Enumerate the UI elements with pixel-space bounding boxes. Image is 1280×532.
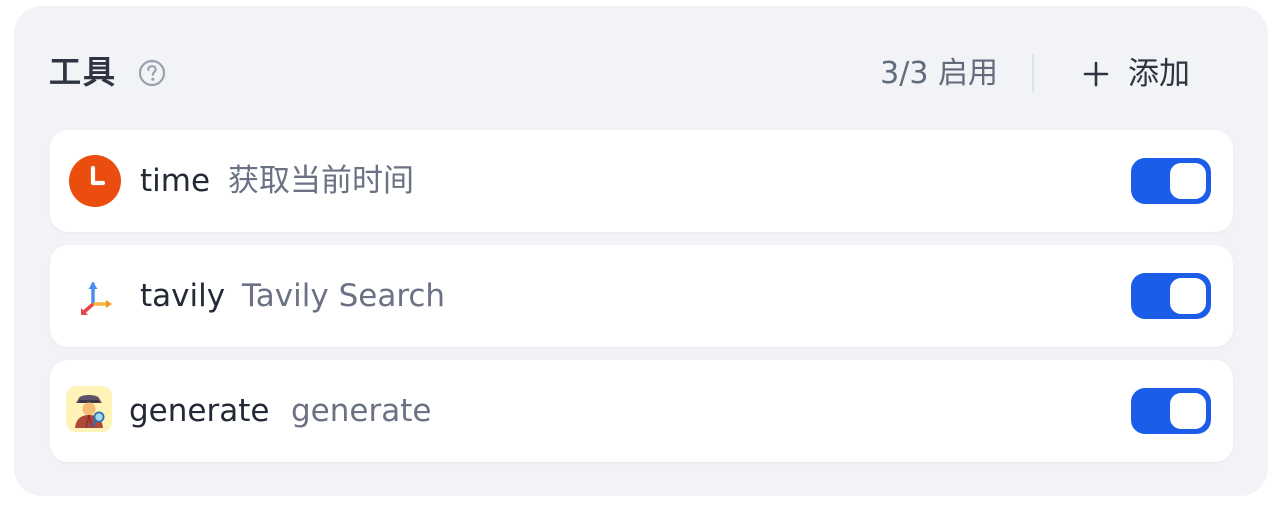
tool-description: generate [291,393,432,429]
tool-name: time [140,163,211,199]
tavily-logo-icon [81,282,112,315]
tools-header: 工具 3/3 启用 添加 [14,6,1268,132]
detective-icon [66,386,112,432]
tool-toggle-generate[interactable] [1131,388,1211,434]
tool-card-time[interactable]: time 获取当前时间 [50,130,1233,232]
clock-icon [69,155,121,207]
tool-description: 获取当前时间 [228,163,414,199]
add-tool-button[interactable]: 添加 [1082,52,1190,96]
question-circle-icon[interactable] [138,59,166,87]
tool-name: tavily [140,278,226,314]
tool-list: time 获取当前时间 tavily Tavily Search generat… [50,130,1233,475]
panel-title: 工具 [49,53,118,91]
add-button-label: 添加 [1128,56,1190,92]
plus-icon [1083,61,1109,87]
toggle-knob [1170,393,1206,429]
tool-description: Tavily Search [242,278,446,314]
enabled-count: 3/3 启用 [880,56,998,91]
header-divider [1032,54,1034,92]
tool-card-tavily[interactable]: tavily Tavily Search [50,245,1233,347]
tool-card-generate[interactable]: generate generate [50,360,1233,462]
toggle-knob [1170,163,1206,199]
tool-toggle-time[interactable] [1131,158,1211,204]
tools-panel: 工具 3/3 启用 添加 time 获取当前时间 tavily Tavily S… [14,6,1268,496]
tool-toggle-tavily[interactable] [1131,273,1211,319]
tool-name: generate [129,393,270,429]
toggle-knob [1170,278,1206,314]
